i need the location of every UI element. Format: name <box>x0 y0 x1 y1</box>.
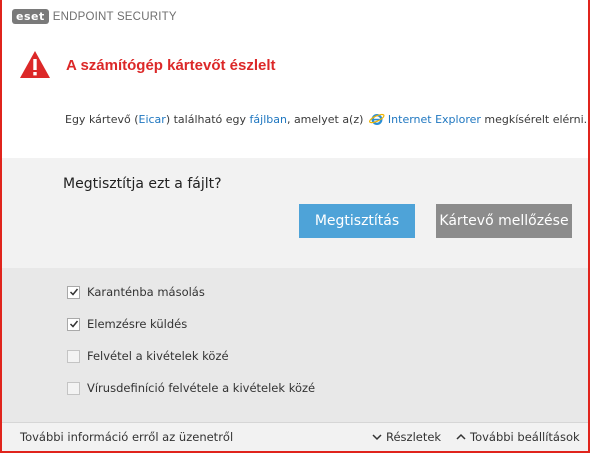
eset-logo: eset <box>12 9 49 24</box>
alert-title: A számítógép kártevőt észlelt <box>66 57 276 74</box>
chevron-down-icon <box>372 434 382 441</box>
internet-explorer-link[interactable]: Internet Explorer <box>388 113 481 126</box>
question-area: Megtisztítja ezt a fájlt? Megtisztítás K… <box>2 158 588 268</box>
details-label: Részletek <box>386 430 442 444</box>
add-exclusion-checkbox[interactable] <box>67 349 80 363</box>
quarantine-checkbox[interactable] <box>67 285 80 299</box>
warning-triangle-icon <box>20 51 50 78</box>
ignore-threat-button[interactable]: Kártevő mellőzése <box>436 204 572 238</box>
alert-header: A számítógép kártevőt észlelt Egy kártev… <box>2 33 588 158</box>
clean-button[interactable]: Megtisztítás <box>299 204 415 238</box>
add-signature-exclusion-checkbox[interactable] <box>67 381 80 395</box>
titlebar: eset ENDPOINT SECURITY <box>2 0 588 33</box>
message-part: megkísérelt elérni. <box>480 113 588 126</box>
details-toggle[interactable]: Részletek <box>372 430 441 444</box>
alert-window: eset ENDPOINT SECURITY A számítógép kárt… <box>0 0 590 453</box>
option-label: Karanténba másolás <box>87 285 205 299</box>
options-area: Karanténba másolás Elemzésre küldés Felv… <box>2 268 588 422</box>
threat-name-link[interactable]: Eicar <box>139 113 166 126</box>
option-label: Vírusdefiníció felvétele a kivételek köz… <box>87 381 316 395</box>
more-info-link[interactable]: További információ erről az üzenetről <box>20 430 233 444</box>
option-label: Felvétel a kivételek közé <box>87 349 229 363</box>
message-part: ) található egy <box>165 113 250 126</box>
footer: További információ erről az üzenetről Ré… <box>2 422 588 451</box>
clean-question: Megtisztítja ezt a fájlt? <box>63 176 222 192</box>
checkmark-icon <box>69 288 78 296</box>
internet-explorer-icon <box>368 113 385 125</box>
checkmark-icon <box>69 320 78 328</box>
submit-analysis-checkbox[interactable] <box>67 317 80 331</box>
advanced-settings-toggle[interactable]: További beállítások <box>456 430 580 444</box>
message-part: Egy kártevő ( <box>65 113 139 126</box>
option-add-exclusion[interactable]: Felvétel a kivételek közé <box>67 349 229 363</box>
app-name: ENDPOINT SECURITY <box>52 10 177 23</box>
file-link[interactable]: fájlban <box>250 113 287 126</box>
option-add-signature-exclusion[interactable]: Vírusdefiníció felvétele a kivételek köz… <box>67 381 315 395</box>
option-submit-analysis[interactable]: Elemzésre küldés <box>67 317 187 331</box>
alert-message: Egy kártevő (Eicar) található egy fájlba… <box>65 112 587 126</box>
chevron-up-icon <box>456 433 466 440</box>
message-part: , amelyet a(z) <box>286 113 367 126</box>
option-label: Elemzésre küldés <box>87 317 188 331</box>
option-quarantine[interactable]: Karanténba másolás <box>67 285 205 299</box>
advanced-settings-label: További beállítások <box>470 430 580 444</box>
